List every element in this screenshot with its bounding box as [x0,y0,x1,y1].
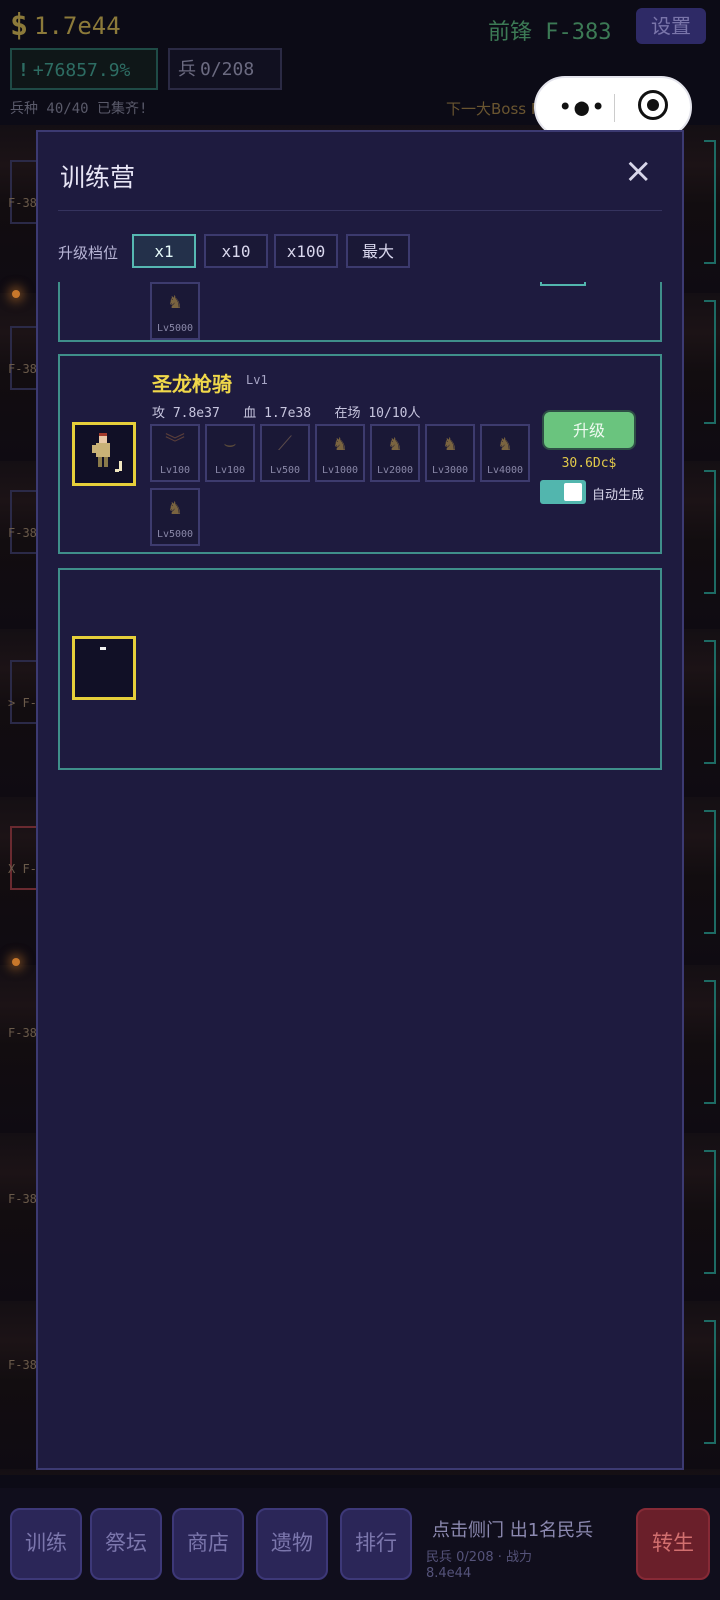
slot-level: Lv3000 [431,465,469,476]
spear-icon: ⟋ [278,431,292,455]
power-value: 8.4e44 [426,1566,472,1581]
militia-count: 民兵 0/208 · 战力 [426,1550,532,1565]
toggle-switch[interactable] [540,282,586,286]
floor-tag: F-38 [8,196,37,210]
slot-level: Lv2000 [376,465,414,476]
floor-tag: F-38 [8,1026,37,1040]
bow-icon: ⌣ [223,431,237,455]
lancer-sprite [92,433,122,472]
nav-train-button[interactable]: 训练 [10,1508,82,1580]
side-door-hint: 点击侧门 出1名民兵 [432,1520,594,1541]
wing-icon: ︾ [165,431,185,455]
skill-slot[interactable]: ⟋ Lv500 [260,424,310,482]
slot-level: Lv500 [269,465,301,476]
skill-slot[interactable]: ♞ Lv3000 [425,424,475,482]
next-boss-info: 下一大Boss F- [446,100,545,118]
tier-x1-button[interactable]: x1 [132,234,196,268]
slot-level: Lv4000 [486,465,524,476]
soldier-icon: ♞ [168,289,182,313]
torch-icon [12,958,20,966]
unit-level: Lv1 [246,373,268,387]
unit-card: 圣龙枪骑 Lv1 攻 7.8e37 血 1.7e38 在场 10/10人 ︾ L… [58,354,662,554]
modal-title: 训练营 [60,163,136,192]
floor-side-bar [704,640,716,764]
unit-card [58,568,662,770]
skill-slot[interactable]: ⌣ Lv100 [205,424,255,482]
tier-x100-button[interactable]: x100 [274,234,338,268]
slot-level: Lv5000 [156,323,194,334]
unit-portrait[interactable] [72,636,136,700]
modal-divider [58,210,662,211]
floor-tag: F-38 [8,1192,37,1206]
skill-slot[interactable]: ♞ Lv5000 [150,282,200,340]
unit-portrait[interactable] [72,422,136,486]
soldier-icon: ♞ [333,431,347,455]
floor-side-bar [704,980,716,1104]
torch-icon [12,290,20,298]
tier-max-button[interactable]: 最大 [346,234,410,268]
nav-ranking-button[interactable]: 排行 [340,1508,412,1580]
auto-generate-label: 自动生成 [592,488,645,503]
skill-slot[interactable]: ♞ Lv2000 [370,424,420,482]
skill-slot[interactable]: ︾ Lv100 [150,424,200,482]
slot-level: Lv100 [214,465,246,476]
money-icon: $ [10,8,29,43]
upgrade-tier-label: 升级档位 [58,244,119,262]
upgrade-cost: 30.6Dc$ [561,456,617,471]
skill-slot[interactable]: ♞ Lv4000 [480,424,530,482]
alert-icon: ! [18,60,29,81]
settings-button[interactable]: 设置 [636,8,706,44]
floor-frame [10,660,38,724]
miniprogram-capsule: •●• [534,76,692,138]
boost-value: +76857.9% [32,60,131,81]
floor-frame [10,490,38,554]
soldier-icon: ♞ [168,495,182,519]
nav-shop-button[interactable]: 商店 [172,1508,244,1580]
nav-altar-button[interactable]: 祭坛 [90,1508,162,1580]
skill-slot[interactable]: ♞ Lv1000 [315,424,365,482]
boost-badge[interactable]: ! +76857.9% [10,48,158,90]
upgrade-button[interactable]: 升级 [542,410,636,450]
vanguard-floor: 前锋 F-383 [488,20,612,45]
nav-relics-button[interactable]: 遗物 [256,1508,328,1580]
auto-generate-toggle[interactable] [540,480,586,504]
soldier-icon: 兵 [178,59,196,80]
floor-side-bar [704,1320,716,1444]
floor-tag: F-38 [8,526,37,540]
unit-stats: 攻 7.8e37 血 1.7e38 在场 10/10人 [152,406,421,421]
soldier-icon: ♞ [443,431,457,455]
assembled-status: 兵种 40/40 已集齐! [10,101,148,117]
floor-frame [10,160,38,224]
slot-level: Lv5000 [156,529,194,540]
soldier-icon: ♞ [498,431,512,455]
unit-name: 圣龙枪骑 [152,372,232,396]
unit-list[interactable]: ♞ Lv5000 圣龙枪骑 Lv1 攻 7.8e37 血 1.7e38 在场 1… [58,282,662,1452]
floor-side-bar [704,1150,716,1274]
tier-x10-button[interactable]: x10 [204,234,268,268]
floor-tag: F-38 [8,1358,37,1372]
troop-count: 0/208 [200,59,255,80]
floor-side-bar [704,140,716,264]
slot-level: Lv100 [159,465,191,476]
soldier-icon: ♞ [388,431,402,455]
floor-tag: F-38 [8,362,37,376]
floor-side-bar [704,470,716,594]
locked-unit-icon [100,647,106,650]
rebirth-button[interactable]: 转生 [636,1508,710,1580]
slot-level: Lv1000 [321,465,359,476]
target-icon[interactable] [638,90,668,120]
close-icon[interactable]: × [624,154,653,188]
skill-slot[interactable]: ♞ Lv5000 [150,488,200,546]
floor-frame [10,326,38,390]
money-value: 1.7e44 [34,12,121,40]
capsule-divider [614,94,615,122]
floor-frame [10,826,38,890]
unit-card: ♞ Lv5000 [58,282,662,342]
floor-side-bar [704,300,716,424]
militia-status: 民兵 0/208 · 战力 8.4e44 [426,1550,532,1582]
more-icon[interactable]: •●• [558,95,607,119]
troop-counter[interactable]: 兵 0/208 [168,48,282,90]
floor-side-bar [704,810,716,934]
